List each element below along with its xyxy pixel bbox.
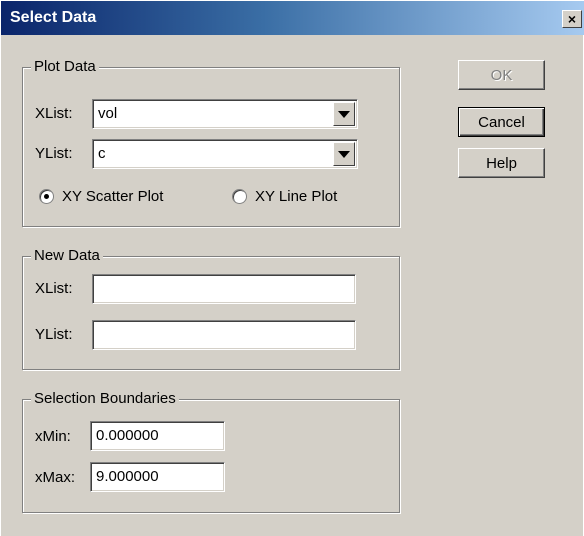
xmax-label: xMax: (35, 469, 76, 486)
plot-data-legend: Plot Data (31, 58, 99, 76)
plot-ylist-combobox[interactable]: c (92, 139, 358, 169)
new-ylist-label: YList: (35, 326, 73, 343)
line-plot-label: XY Line Plot (255, 188, 338, 205)
title-bar[interactable]: Select Data × (1, 1, 584, 35)
xmin-input[interactable]: 0.000000 (90, 421, 225, 451)
cancel-button[interactable]: Cancel (458, 107, 545, 137)
chevron-down-icon (338, 110, 350, 118)
xmin-label: xMin: (35, 428, 71, 445)
select-data-dialog: Select Data × Plot Data XList: vol YList… (0, 0, 584, 536)
line-plot-radio[interactable]: XY Line Plot (232, 188, 337, 205)
dialog-title: Select Data (10, 9, 97, 26)
xmax-value: 9.000000 (96, 468, 159, 485)
ok-label: OK (490, 66, 513, 84)
new-ylist-input[interactable] (92, 320, 356, 350)
plot-ylist-label: YList: (35, 145, 73, 162)
new-xlist-input[interactable] (92, 274, 356, 304)
scatter-plot-label: XY Scatter Plot (62, 188, 164, 205)
plot-xlist-value: vol (98, 105, 118, 122)
ok-button[interactable]: OK (458, 60, 545, 90)
plot-xlist-label: XList: (35, 105, 73, 122)
cancel-label: Cancel (478, 113, 525, 131)
new-xlist-label: XList: (35, 280, 73, 297)
plot-xlist-dropdown-button[interactable] (333, 102, 355, 126)
close-icon: × (567, 11, 577, 27)
radio-unchecked-icon[interactable] (232, 189, 247, 204)
plot-ylist-dropdown-button[interactable] (333, 142, 355, 166)
xmin-value: 0.000000 (96, 427, 159, 444)
plot-xlist-combobox[interactable]: vol (92, 99, 358, 129)
xmax-input[interactable]: 9.000000 (90, 462, 225, 492)
radio-checked-icon[interactable] (39, 189, 54, 204)
help-label: Help (486, 154, 517, 172)
chevron-down-icon (338, 150, 350, 158)
selection-boundaries-group: Selection Boundaries (22, 390, 400, 513)
new-data-legend: New Data (31, 247, 103, 265)
help-button[interactable]: Help (458, 148, 545, 178)
scatter-plot-radio[interactable]: XY Scatter Plot (39, 188, 163, 205)
plot-ylist-value: c (98, 145, 106, 162)
selection-boundaries-legend: Selection Boundaries (31, 390, 179, 408)
close-button[interactable]: × (562, 10, 582, 28)
